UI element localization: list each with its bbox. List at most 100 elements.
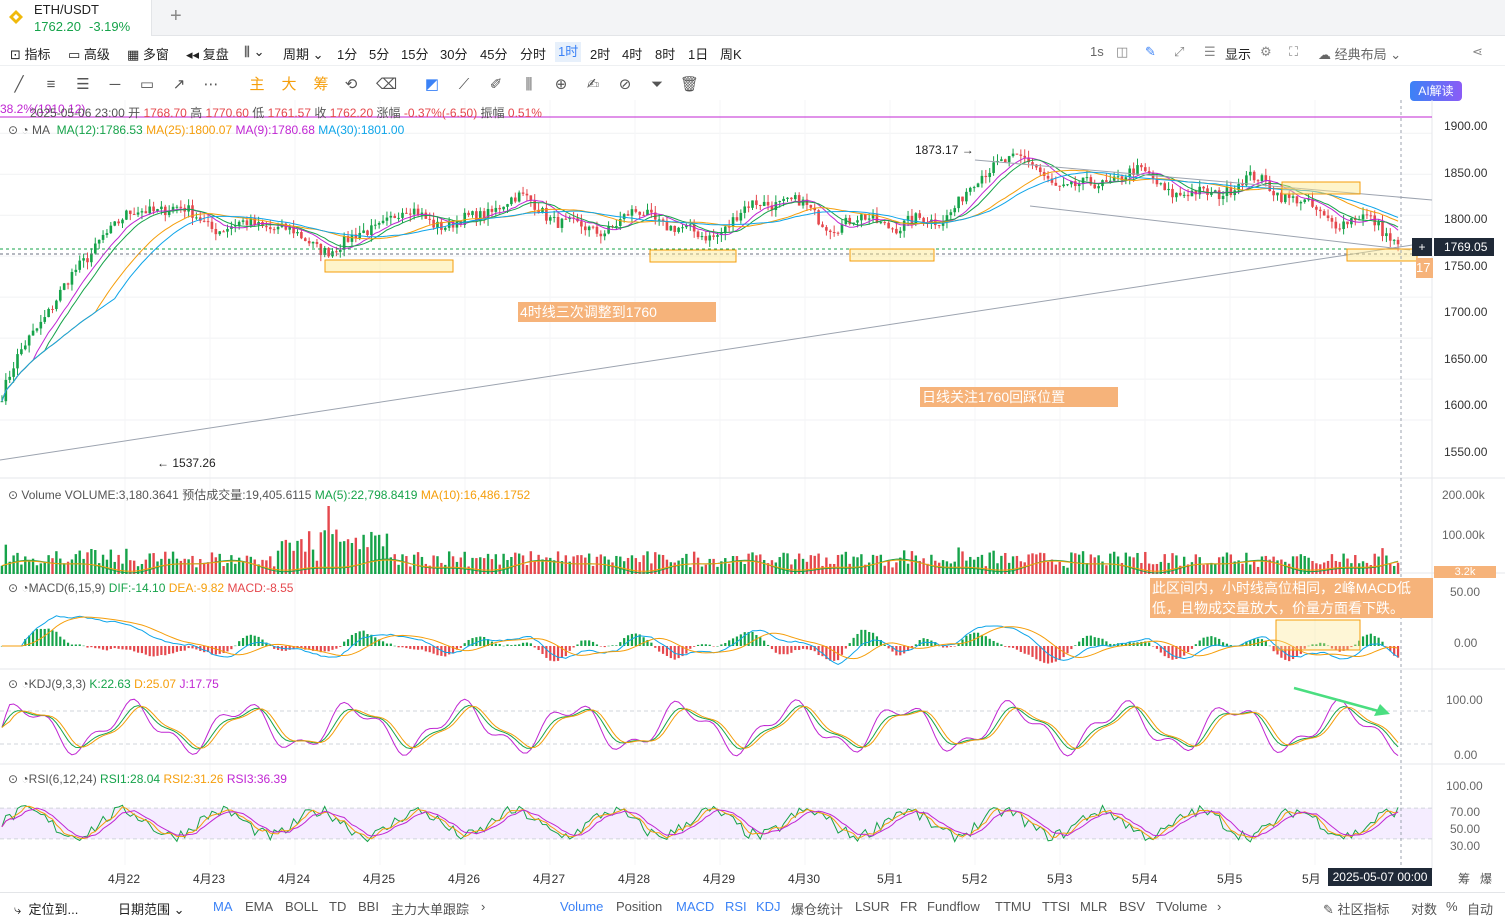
replay-button[interactable]: ◂◂ 复盘 — [186, 44, 229, 63]
big-order-button[interactable]: 大 — [280, 76, 298, 94]
macd-bar — [136, 646, 140, 653]
interval-2h[interactable]: 2时 — [590, 44, 610, 63]
brush-icon[interactable]: ✐ — [487, 76, 505, 94]
period-dropdown[interactable]: 周期 ⌄ — [283, 44, 324, 63]
volume-bar — [525, 565, 529, 574]
rectangle-tool-icon[interactable]: ▭ — [138, 76, 156, 94]
collapse-icon[interactable]: ⊙ — [8, 772, 18, 786]
horizontal-line-icon[interactable]: ─ — [106, 76, 124, 94]
interval-15m[interactable]: 15分 — [401, 44, 428, 63]
sub-bsv[interactable]: BSV — [1119, 899, 1145, 914]
advanced-button[interactable]: ▭ 高级 — [68, 44, 110, 63]
candle-body — [510, 197, 513, 205]
pattern-icon[interactable]: ⫼ — [520, 76, 538, 94]
pen-icon[interactable]: ✎ — [1145, 44, 1156, 60]
trash-icon[interactable]: 🗑 — [680, 76, 699, 94]
sub-fundflow[interactable]: Fundflow — [927, 899, 980, 914]
channel-tool-icon[interactable]: ☰ — [74, 76, 92, 94]
main-force-button[interactable]: 主 — [248, 76, 266, 94]
parallel-tool-icon[interactable]: ≡ — [42, 76, 60, 94]
interval-5m[interactable]: 5分 — [369, 44, 389, 63]
interval-4h[interactable]: 4时 — [622, 44, 642, 63]
liquidation-corner-button[interactable]: 爆 — [1480, 870, 1492, 887]
more-tools-icon[interactable]: ⋯ — [202, 76, 220, 94]
sub-fr[interactable]: FR — [900, 899, 917, 914]
interval-1h[interactable]: 1时 — [555, 42, 582, 62]
eraser-icon[interactable]: ⌫ — [376, 76, 397, 94]
expand-icon[interactable]: ⛶ — [1289, 44, 1298, 60]
interval-8h[interactable]: 8时 — [655, 44, 675, 63]
camera-icon[interactable]: ◫ — [1116, 44, 1128, 60]
interval-1m[interactable]: 1分 — [337, 44, 357, 63]
realtime-1s[interactable]: 1s — [1090, 44, 1104, 59]
sub-liquidation[interactable]: 爆仓统计 — [791, 899, 843, 918]
arrow-tool-icon[interactable]: ↗ — [170, 76, 188, 94]
sub-volume[interactable]: Volume — [560, 899, 603, 914]
bell-icon[interactable]: ◔ — [21, 581, 28, 595]
add-tab-icon[interactable]: + — [170, 5, 182, 28]
chart-type-button[interactable]: ⫼ ⌄ — [244, 44, 265, 60]
add-alert-icon[interactable]: + — [1412, 238, 1432, 256]
ind-ma[interactable]: MA — [213, 899, 233, 914]
link-icon[interactable]: ⊘ — [616, 76, 634, 94]
chips-corner-button[interactable]: 筹 — [1458, 870, 1470, 887]
settings-list-icon[interactable]: ☰ — [1204, 44, 1216, 60]
sub-kdj[interactable]: KDJ — [756, 899, 781, 914]
percent-toggle[interactable]: % — [1446, 899, 1458, 914]
ind-bbi[interactable]: BBI — [358, 899, 379, 914]
annotation-daily[interactable]: 日线关注1760回踩位置 — [920, 387, 1118, 407]
candle-body — [1342, 221, 1345, 230]
sub-macd[interactable]: MACD — [676, 899, 714, 914]
volume-bar — [167, 558, 171, 574]
symbol-tab[interactable]: ETH/USDT 1762.20 -3.19% — [0, 0, 152, 36]
interval-1d[interactable]: 1日 — [688, 44, 708, 63]
interval-timeline[interactable]: 分时 — [520, 44, 546, 63]
interval-30m[interactable]: 30分 — [440, 44, 467, 63]
indicator-button[interactable]: ⊡ 指标 — [10, 44, 51, 63]
auto-scale-toggle[interactable]: 自动 — [1467, 899, 1493, 918]
chips-button[interactable]: 筹 — [312, 76, 330, 94]
bell-icon[interactable]: ◔ — [21, 772, 28, 786]
filter-icon[interactable]: ⏷ — [648, 76, 666, 94]
sub-tvolume[interactable]: TVolume — [1156, 899, 1207, 914]
layout-dropdown[interactable]: ☁ 经典布局 ⌄ — [1318, 44, 1401, 63]
community-indicator-button[interactable]: ✎ 社区指标 — [1323, 899, 1390, 918]
lock-icon[interactable]: ⊕ — [552, 76, 570, 94]
collapse-icon[interactable]: ⊙ — [8, 123, 18, 137]
sub-mlr[interactable]: MLR — [1080, 899, 1107, 914]
bell-icon[interactable]: ◔ — [21, 123, 28, 137]
sub-lsur[interactable]: LSUR — [855, 899, 890, 914]
log-scale-toggle[interactable]: 对数 — [1411, 899, 1437, 918]
sub-ttmu[interactable]: TTMU — [995, 899, 1031, 914]
ind-ema[interactable]: EMA — [245, 899, 273, 914]
ind-boll[interactable]: BOLL — [285, 899, 318, 914]
volume-bar — [611, 562, 614, 574]
ind-td[interactable]: TD — [329, 899, 346, 914]
annotation-divergence[interactable]: 此区间内，小时线高位相同，2峰MACD低 低，且物成交量放大，价量方面看下跌。 — [1150, 578, 1433, 618]
line-tool-icon[interactable]: ╱ — [10, 76, 28, 94]
multi-window-button[interactable]: ▦ 多窗 — [127, 44, 169, 63]
ruler-icon[interactable]: ⟋ — [455, 76, 473, 94]
share-icon[interactable]: ⋖ — [1472, 44, 1483, 60]
bell-icon[interactable]: ◔ — [21, 677, 28, 691]
annotation-4h[interactable]: 4时线三次调整到1760 — [518, 302, 716, 322]
collapse-icon[interactable]: ⊙ — [8, 581, 18, 595]
chevron-right-icon[interactable]: › — [1217, 899, 1221, 914]
interval-45m[interactable]: 45分 — [480, 44, 507, 63]
sub-position[interactable]: Position — [616, 899, 662, 914]
note-icon[interactable]: ✍ — [584, 76, 602, 94]
cursor-icon[interactable]: ◩ — [423, 76, 441, 94]
fullscreen-small-icon[interactable]: ⤢ — [1174, 44, 1184, 60]
collapse-icon[interactable]: ⊙ — [8, 677, 18, 691]
gear-icon[interactable]: ⚙ — [1260, 44, 1272, 60]
locate-button[interactable]: ⤷ 定位到... — [14, 899, 78, 918]
date-range-dropdown[interactable]: 日期范围 ⌄ — [118, 899, 185, 918]
sub-rsi[interactable]: RSI — [725, 899, 747, 914]
ind-main-force[interactable]: 主力大单跟踪 — [391, 899, 469, 918]
display-button[interactable]: 显示 — [1225, 44, 1251, 63]
chevron-right-icon[interactable]: › — [481, 899, 485, 914]
collapse-icon[interactable]: ⊙ — [8, 488, 18, 502]
sub-ttsi[interactable]: TTSI — [1042, 899, 1070, 914]
interval-1w[interactable]: 周K — [720, 44, 742, 63]
magnet-icon[interactable]: ⟲ — [342, 76, 360, 94]
